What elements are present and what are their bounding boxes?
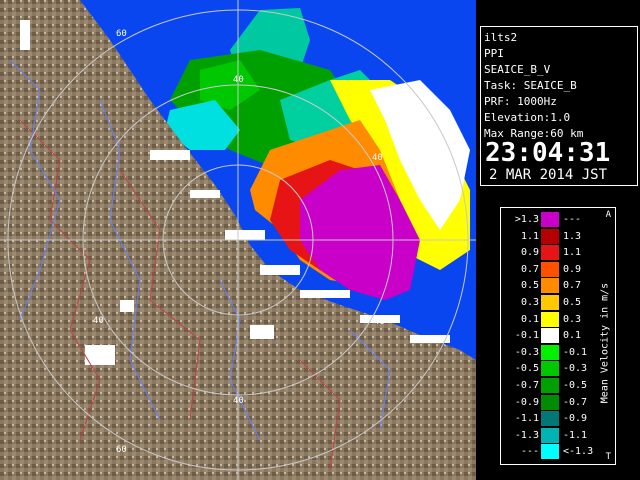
legend-row: -1.1 -0.9 [501,411,601,427]
legend-lower-value: >1.3 [514,214,539,225]
velocity-legend: >1.3 --- 1.1 1.3 0.9 1.1 0.7 0.9 0.5 0.7 0.3 0.5 0.1… [500,207,616,465]
legend-marker-top: A [605,210,611,220]
legend-row: >1.3 --- [501,212,601,227]
legend-color-swatch [541,444,559,460]
legend-row: -0.5 -0.3 [501,361,601,377]
legend-color-swatch [541,295,559,310]
legend-row: -0.7 -0.5 [501,378,601,393]
legend-upper-value: 0.7 [563,280,582,292]
legend-color-swatch [541,427,559,443]
legend-color-swatch [541,328,559,344]
legend-row: -1.3 -1.1 [501,427,601,443]
legend-upper-value: -0.7 [563,396,588,408]
legend-lower-value: -0.3 [514,346,539,358]
prf-value: PRF: 1000Hz [484,95,557,108]
legend-upper-value: 0.9 [563,263,582,275]
product-name: SEAICE_B_V [484,63,551,76]
legend-upper-value: -0.5 [563,380,588,391]
radar-ppi-map[interactable]: 60 40 40 40 40 40 60 [0,0,476,480]
observation-date: 2 MAR 2014 JST [489,167,608,183]
legend-row: --- <-1.3 [501,444,601,460]
observation-time: 23:04:31 [485,138,611,168]
legend-color-swatch [541,212,559,227]
legend-color-swatch [541,311,559,327]
legend-lower-value: 0.3 [520,297,539,308]
legend-upper-value: 1.1 [563,247,582,259]
range-label-n40: 40 [233,75,244,85]
legend-lower-value: --- [520,446,539,458]
elevation-value: Elevation:1.0 [484,111,571,124]
legend-color-swatch [541,344,559,360]
legend-color-swatch [541,245,559,261]
legend-lower-value: 0.9 [520,247,539,259]
range-label-se40: 40 [374,317,385,327]
legend-upper-value: <-1.3 [563,446,594,458]
legend-row: 0.9 1.1 [501,245,601,261]
radar-name: ilts2 [484,31,518,44]
legend-color-swatch [541,361,559,377]
legend-upper-value: 1.3 [563,230,582,242]
range-label-w40: 40 [93,316,104,326]
legend-row: -0.1 0.1 [501,328,601,344]
task-name: Task: SEAICE_B [484,79,577,92]
legend-row: 1.1 1.3 [501,228,601,244]
legend-lower-value: 0.7 [520,263,539,275]
legend-color-swatch [541,261,559,277]
legend-upper-value: -0.1 [563,346,588,358]
legend-lower-value: -1.1 [514,413,539,425]
legend-row: 0.5 0.7 [501,278,601,294]
legend-color-swatch [541,394,559,410]
legend-lower-value: -0.9 [514,396,539,408]
legend-upper-value: -0.3 [563,363,588,375]
legend-color-swatch [541,228,559,244]
radar-info-panel: ilts2 PPI SEAICE_B_V Task: SEAICE_B PRF:… [480,26,638,186]
legend-row: -0.9 -0.7 [501,394,601,410]
legend-title: Mean Velocity in m/s [599,248,611,438]
legend-lower-value: -0.7 [514,380,539,391]
legend-row: 0.3 0.5 [501,295,601,310]
legend-row: 0.7 0.9 [501,261,601,277]
legend-upper-value: 0.5 [563,297,582,308]
range-label-ne40: 40 [372,153,383,163]
legend-upper-value: -0.9 [563,413,588,425]
legend-color-swatch [541,278,559,294]
legend-lower-value: -0.5 [514,363,539,375]
legend-upper-value: 0.1 [563,330,582,342]
legend-lower-value: -1.3 [514,429,539,441]
legend-color-swatch [541,411,559,427]
legend-upper-value: 0.3 [563,313,582,325]
legend-color-swatch [541,378,559,393]
radar-canvas: 60 40 40 40 40 40 60 [0,0,476,480]
legend-lower-value: -0.1 [514,330,539,342]
legend-marker-bottom: T [605,452,611,462]
legend-row: 0.1 0.3 [501,311,601,327]
range-label-s40: 40 [233,396,244,406]
legend-lower-value: 0.1 [520,313,539,325]
range-label-n60: 60 [116,29,127,39]
display-type: PPI [484,47,504,60]
legend-lower-value: 0.5 [520,280,539,292]
legend-title-text: Mean Velocity in m/s [599,282,611,404]
legend-lower-value: 1.1 [520,230,539,242]
legend-row: -0.3 -0.1 [501,344,601,360]
range-label-s60: 60 [116,445,127,455]
legend-upper-value: --- [563,214,582,225]
legend-upper-value: -1.1 [563,429,588,441]
